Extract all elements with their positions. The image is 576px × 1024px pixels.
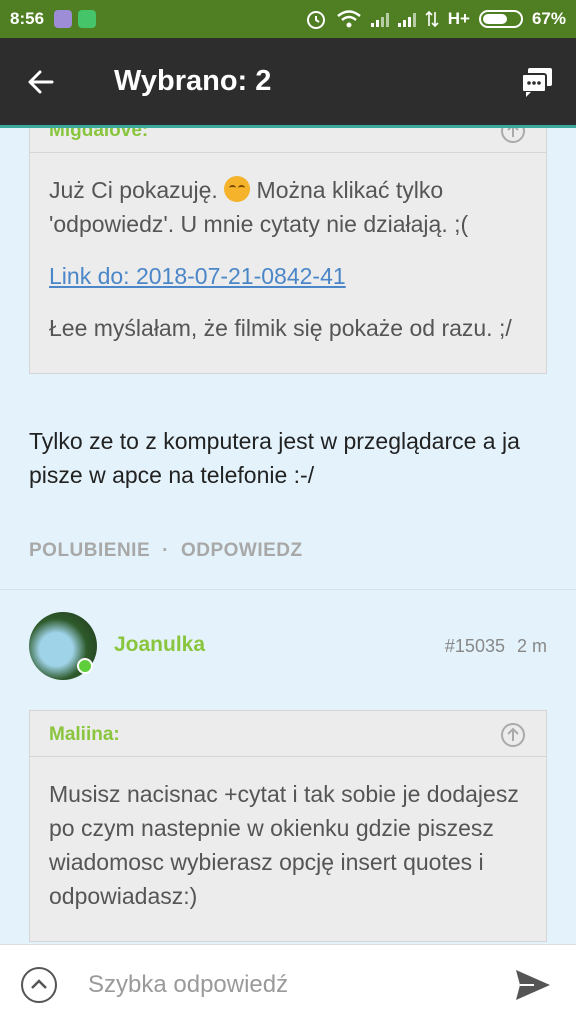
go-to-quote-icon[interactable] (500, 128, 526, 144)
go-to-quote-icon[interactable] (500, 722, 526, 748)
post-actions: POLUBIENIE · ODPOWIEDZ (29, 540, 303, 562)
action-separator: · (162, 540, 169, 561)
quick-reply-bar (0, 944, 576, 1024)
send-icon[interactable] (514, 968, 552, 1002)
quote-text: Już Ci pokazuję. Można klikać tylko 'odp… (49, 173, 527, 241)
app-bar: Wybrano: 2 (0, 38, 576, 128)
battery-percent: 67% (531, 9, 566, 28)
quote-block: Migdalove: Już Ci pokazuję. Można klikać… (29, 128, 547, 374)
battery-icon (478, 10, 523, 28)
post-meta: #15035 2 m (445, 636, 547, 657)
quick-reply-input[interactable] (88, 970, 468, 999)
app-notification-icon (54, 10, 73, 28)
post-header: Joanulka #15035 2 m (29, 612, 547, 682)
status-time: 8:56 (10, 9, 45, 28)
quote-author: Maliina: (49, 724, 120, 745)
online-status-icon (77, 658, 93, 674)
app-notification-icon (78, 10, 97, 28)
reply-button[interactable]: ODPOWIEDZ (181, 540, 303, 562)
quote-body: Już Ci pokazuję. Można klikać tylko 'odp… (30, 153, 546, 373)
chat-icon[interactable] (520, 66, 554, 98)
post-time: 2 m (516, 636, 547, 656)
quote-author: Migdalove: (49, 128, 149, 141)
quote-text-part: Już Ci pokazuję. (49, 177, 225, 203)
page-title: Wybrano: 2 (114, 65, 272, 97)
quote-text: Musisz nacisnac +cytat i tak sobie je do… (49, 781, 519, 909)
data-transfer-icon (425, 10, 439, 28)
like-button[interactable]: POLUBIENIE (29, 540, 150, 562)
signal-icon (370, 11, 389, 27)
post-divider (0, 589, 576, 590)
quote-text: Łee myślałam, że filmik się pokaże od ra… (49, 315, 512, 341)
smile-emoji-icon (224, 176, 251, 202)
expand-icon[interactable] (20, 966, 58, 1004)
username[interactable]: Joanulka (114, 633, 205, 657)
back-arrow-icon[interactable] (26, 67, 56, 97)
post-id[interactable]: #15035 (445, 636, 505, 656)
quote-body: Musisz nacisnac +cytat i tak sobie je do… (30, 757, 546, 941)
network-type: H+ (447, 9, 470, 28)
quote-header: Migdalove: (30, 128, 546, 153)
quote-block: Maliina: Musisz nacisnac +cytat i tak so… (29, 710, 547, 942)
quote-header: Maliina: (30, 711, 546, 757)
alarm-icon (306, 11, 325, 29)
video-link[interactable]: Link do: 2018-07-21-0842-41 (49, 263, 346, 289)
thread-content[interactable]: Migdalove: Już Ci pokazuję. Można klikać… (0, 128, 576, 944)
signal-icon (397, 11, 416, 27)
message-text: Tylko ze to z komputera jest w przegląda… (29, 428, 520, 488)
wifi-icon (336, 10, 361, 28)
status-bar: 8:56 H+ 67% (0, 0, 576, 38)
